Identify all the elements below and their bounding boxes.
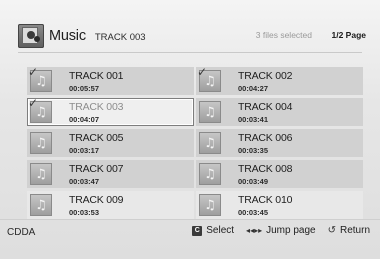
skip-arrows-icon: ◂◂▸▸	[246, 226, 263, 235]
checkmark-icon: ✓	[28, 65, 39, 79]
track-title: TRACK 008	[238, 163, 293, 175]
track-title: TRACK 004	[238, 101, 293, 113]
track-item[interactable]: ♫ TRACK 010 00:03:45	[196, 191, 363, 219]
track-duration: 00:03:47	[69, 177, 100, 186]
jump-page-label: Jump page	[266, 225, 316, 236]
track-item[interactable]: ♫ TRACK 009 00:03:53	[27, 191, 194, 219]
music-note-icon: ♫	[30, 194, 52, 216]
source-label: CDDA	[7, 227, 36, 238]
track-item[interactable]: ♫ TRACK 006 00:03:35	[196, 129, 363, 157]
current-track-label: TRACK 003	[94, 31, 146, 43]
track-title: TRACK 010	[238, 194, 293, 206]
c-key-icon: C	[192, 225, 203, 236]
music-note-icon: ♫	[30, 163, 52, 185]
return-action[interactable]: ↺ Return	[328, 225, 370, 236]
checkmark-icon: ✓	[28, 96, 39, 110]
music-note-icon: ♫	[199, 194, 221, 216]
track-duration: 00:05:57	[69, 84, 100, 93]
music-browser-screen: Music TRACK 003 3 files selected 1/2 Pag…	[0, 0, 380, 259]
track-title: TRACK 005	[69, 132, 124, 144]
track-item[interactable]: ♫ TRACK 004 00:03:41	[196, 98, 363, 126]
track-title: TRACK 001	[69, 70, 124, 82]
track-duration: 00:03:35	[238, 146, 269, 155]
music-app-icon	[18, 23, 44, 48]
track-duration: 00:03:53	[69, 208, 100, 217]
music-note-icon: ♫	[199, 163, 221, 185]
music-note-icon: ♫	[199, 101, 221, 123]
music-note-icon: ♫	[199, 132, 221, 154]
track-item[interactable]: ♫ ✓ TRACK 001 00:05:57	[27, 65, 194, 95]
app-title: Music	[49, 27, 86, 44]
return-label: Return	[339, 225, 370, 236]
footer-divider	[0, 219, 380, 220]
track-item[interactable]: ♫ ✓ TRACK 002 00:04:27	[196, 65, 363, 95]
page-indicator: 1/2 Page	[331, 30, 367, 40]
track-item[interactable]: ♫ TRACK 005 00:03:17	[27, 129, 194, 157]
track-title: TRACK 006	[238, 132, 293, 144]
track-duration: 00:04:07	[69, 115, 100, 124]
select-action[interactable]: C Select	[192, 225, 234, 236]
return-arrow-icon: ↺	[327, 225, 336, 236]
select-label: Select	[206, 225, 235, 236]
track-title: TRACK 002	[238, 70, 293, 82]
track-title: TRACK 009	[69, 194, 124, 206]
track-item-focused[interactable]: ♫ ✓ TRACK 003 00:04:07	[27, 96, 194, 126]
track-duration: 00:03:41	[238, 115, 269, 124]
checkmark-icon: ✓	[197, 65, 208, 79]
track-duration: 00:03:45	[238, 208, 269, 217]
jump-page-action[interactable]: ◂◂▸▸ Jump page	[246, 225, 316, 236]
track-item[interactable]: ♫ TRACK 007 00:03:47	[27, 160, 194, 188]
music-note-icon: ♫	[30, 132, 52, 154]
track-title: TRACK 003	[69, 101, 124, 113]
track-duration: 00:03:49	[238, 177, 269, 186]
header: Music TRACK 003 3 files selected 1/2 Pag…	[18, 19, 366, 52]
track-item[interactable]: ♫ TRACK 008 00:03:49	[196, 160, 363, 188]
header-divider	[18, 52, 362, 53]
footer-actions: C Select ◂◂▸▸ Jump page ↺ Return	[180, 225, 370, 236]
track-duration: 00:04:27	[238, 84, 269, 93]
track-grid: ♫ ✓ TRACK 001 00:05:57 ♫ ✓ TRACK 002 00:…	[27, 65, 363, 219]
track-title: TRACK 007	[69, 163, 124, 175]
selected-count: 3 files selected	[255, 30, 312, 40]
track-duration: 00:03:17	[69, 146, 100, 155]
